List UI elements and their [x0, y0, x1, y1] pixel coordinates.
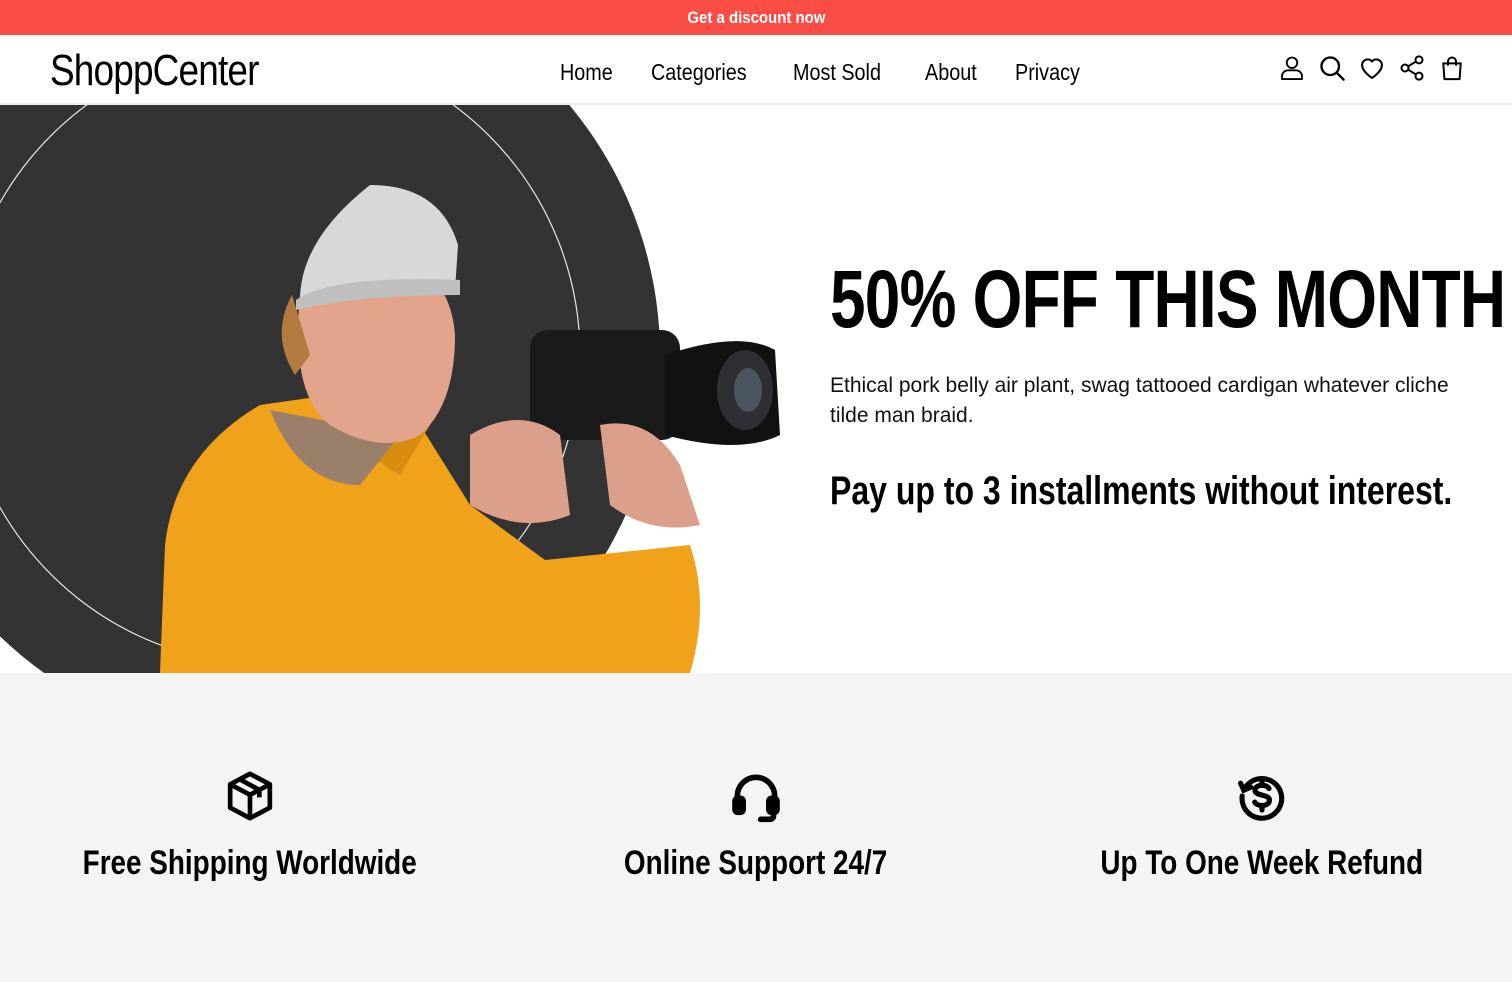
hero-content: 50% OFF THIS MONTH Ethical pork belly ai… [830, 254, 1506, 514]
nav-about[interactable]: About [925, 59, 977, 86]
hero-description: Ethical pork belly air plant, swag tatto… [830, 374, 1449, 427]
feature-label: Free Shipping Worldwide [82, 844, 418, 882]
site-logo[interactable]: ShoppCenter [50, 45, 259, 97]
share-icon[interactable] [1396, 52, 1428, 84]
feature-refund: Up To One Week Refund [1012, 768, 1512, 883]
feature-shipping: Free Shipping Worldwide [0, 768, 500, 883]
nav-privacy[interactable]: Privacy [1015, 59, 1080, 86]
promo-bar: Get a discount now [0, 0, 1512, 35]
headset-icon [732, 774, 780, 823]
feature-label: Online Support 24/7 [624, 844, 888, 882]
feature-label: Up To One Week Refund [1100, 844, 1424, 882]
hero-installments: Pay up to 3 installments without interes… [830, 469, 1453, 513]
nav-home[interactable]: Home [560, 59, 613, 86]
discount-link[interactable]: Get a discount now [687, 8, 825, 28]
search-icon[interactable] [1316, 52, 1348, 84]
feature-support: Online Support 24/7 [506, 768, 1006, 883]
hero-title: 50% OFF THIS MONTH [830, 254, 1506, 345]
features-section: Free Shipping Worldwide Online Support 2… [0, 673, 1512, 982]
user-icon[interactable] [1276, 52, 1308, 84]
nav-categories[interactable]: Categories [651, 59, 747, 86]
heart-icon[interactable] [1356, 52, 1388, 84]
hero-photo [0, 105, 780, 673]
nav-most-sold[interactable]: Most Sold [793, 59, 881, 86]
box-icon [227, 771, 273, 821]
hero-banner: 50% OFF THIS MONTH Ethical pork belly ai… [0, 105, 1512, 673]
main-nav: Home Categories Most Sold About Privacy [560, 55, 1120, 89]
header-actions [1276, 52, 1476, 84]
bag-icon[interactable] [1436, 52, 1468, 84]
refund-icon [1237, 775, 1285, 821]
